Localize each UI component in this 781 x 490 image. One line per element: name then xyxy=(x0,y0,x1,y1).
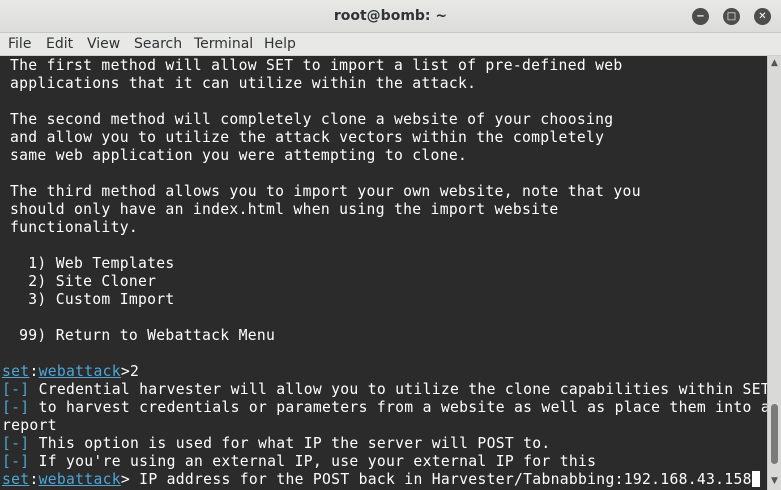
prompt-set: set xyxy=(2,471,30,488)
info-tag: [-] xyxy=(2,399,30,416)
info-line: [-] This option is used for what IP the … xyxy=(2,435,551,453)
menu-option-line: 99) Return to Webattack Menu xyxy=(10,327,276,344)
info-tag: [-] xyxy=(2,453,30,470)
menu-option-line: 1) Web Templates xyxy=(10,255,175,272)
terminal-line: should only have an index.html when usin… xyxy=(10,201,559,218)
scrollbar-thumb[interactable] xyxy=(771,404,778,464)
scroll-down-icon[interactable]: ▼ xyxy=(768,474,781,488)
menu-search[interactable]: Search xyxy=(134,33,182,56)
info-tag: [-] xyxy=(2,381,30,398)
info-line: report xyxy=(2,417,57,435)
command-prompt-line[interactable]: set:webattack> IP address for the POST b… xyxy=(2,471,760,489)
prompt-input: >2 xyxy=(120,363,140,380)
menu-bar: File Edit View Search Terminal Help xyxy=(0,33,781,56)
minus-icon[interactable]: − xyxy=(692,8,709,25)
prompt-module: webattack xyxy=(38,471,121,488)
prompt-sep: : xyxy=(29,471,39,488)
menu-view[interactable]: View xyxy=(87,33,120,56)
info-line: [-] to harvest credentials or parameters… xyxy=(2,399,767,417)
info-text: If you're using an external IP, use your… xyxy=(29,453,597,470)
info-line: [-] If you're using an external IP, use … xyxy=(2,453,596,471)
info-text: Credential harvester will allow you to u… xyxy=(29,381,767,398)
prompt-module: webattack xyxy=(38,363,121,380)
info-text: report xyxy=(2,417,57,434)
prompt-set: set xyxy=(2,363,30,380)
terminal-line: The second method will completely clone … xyxy=(10,111,614,128)
menu-file[interactable]: File xyxy=(8,33,31,56)
scrollbar[interactable]: ▲ ▼ xyxy=(767,56,781,490)
terminal-line: and allow you to utilize the attack vect… xyxy=(10,129,605,146)
info-tag: [-] xyxy=(2,435,30,452)
terminal-line: applications that it can utilize within … xyxy=(10,75,477,92)
prompt-line: set:webattack>2 xyxy=(2,363,139,381)
scroll-up-icon[interactable]: ▲ xyxy=(768,56,781,70)
terminal-line: functionality. xyxy=(10,219,138,236)
maximize-icon[interactable]: □ xyxy=(723,8,740,25)
prompt-sep: : xyxy=(29,363,39,380)
close-icon[interactable]: ✕ xyxy=(754,8,771,25)
menu-help[interactable]: Help xyxy=(264,33,296,56)
menu-edit[interactable]: Edit xyxy=(46,33,73,56)
title-bar[interactable]: root@bomb: ~ − □ ✕ xyxy=(0,0,781,33)
menu-option-line: 2) Site Cloner xyxy=(10,273,157,290)
info-text: This option is used for what IP the serv… xyxy=(29,435,551,452)
terminal-line: The first method will allow SET to impor… xyxy=(10,57,623,74)
terminal-window: root@bomb: ~ − □ ✕ File Edit View Search… xyxy=(0,0,781,490)
terminal-output[interactable]: The first method will allow SET to impor… xyxy=(0,56,767,490)
window-title: root@bomb: ~ xyxy=(333,8,448,24)
terminal-line: The third method allows you to import yo… xyxy=(10,183,641,200)
menu-option-line: 3) Custom Import xyxy=(10,291,175,308)
info-text: to harvest credentials or parameters fro… xyxy=(29,399,767,416)
text-cursor xyxy=(751,471,760,487)
terminal-line: same web application you were attempting… xyxy=(10,147,468,164)
prompt-input[interactable]: > IP address for the POST back in Harves… xyxy=(121,471,752,488)
menu-terminal[interactable]: Terminal xyxy=(194,33,253,56)
info-line: [-] Credential harvester will allow you … xyxy=(2,381,767,399)
